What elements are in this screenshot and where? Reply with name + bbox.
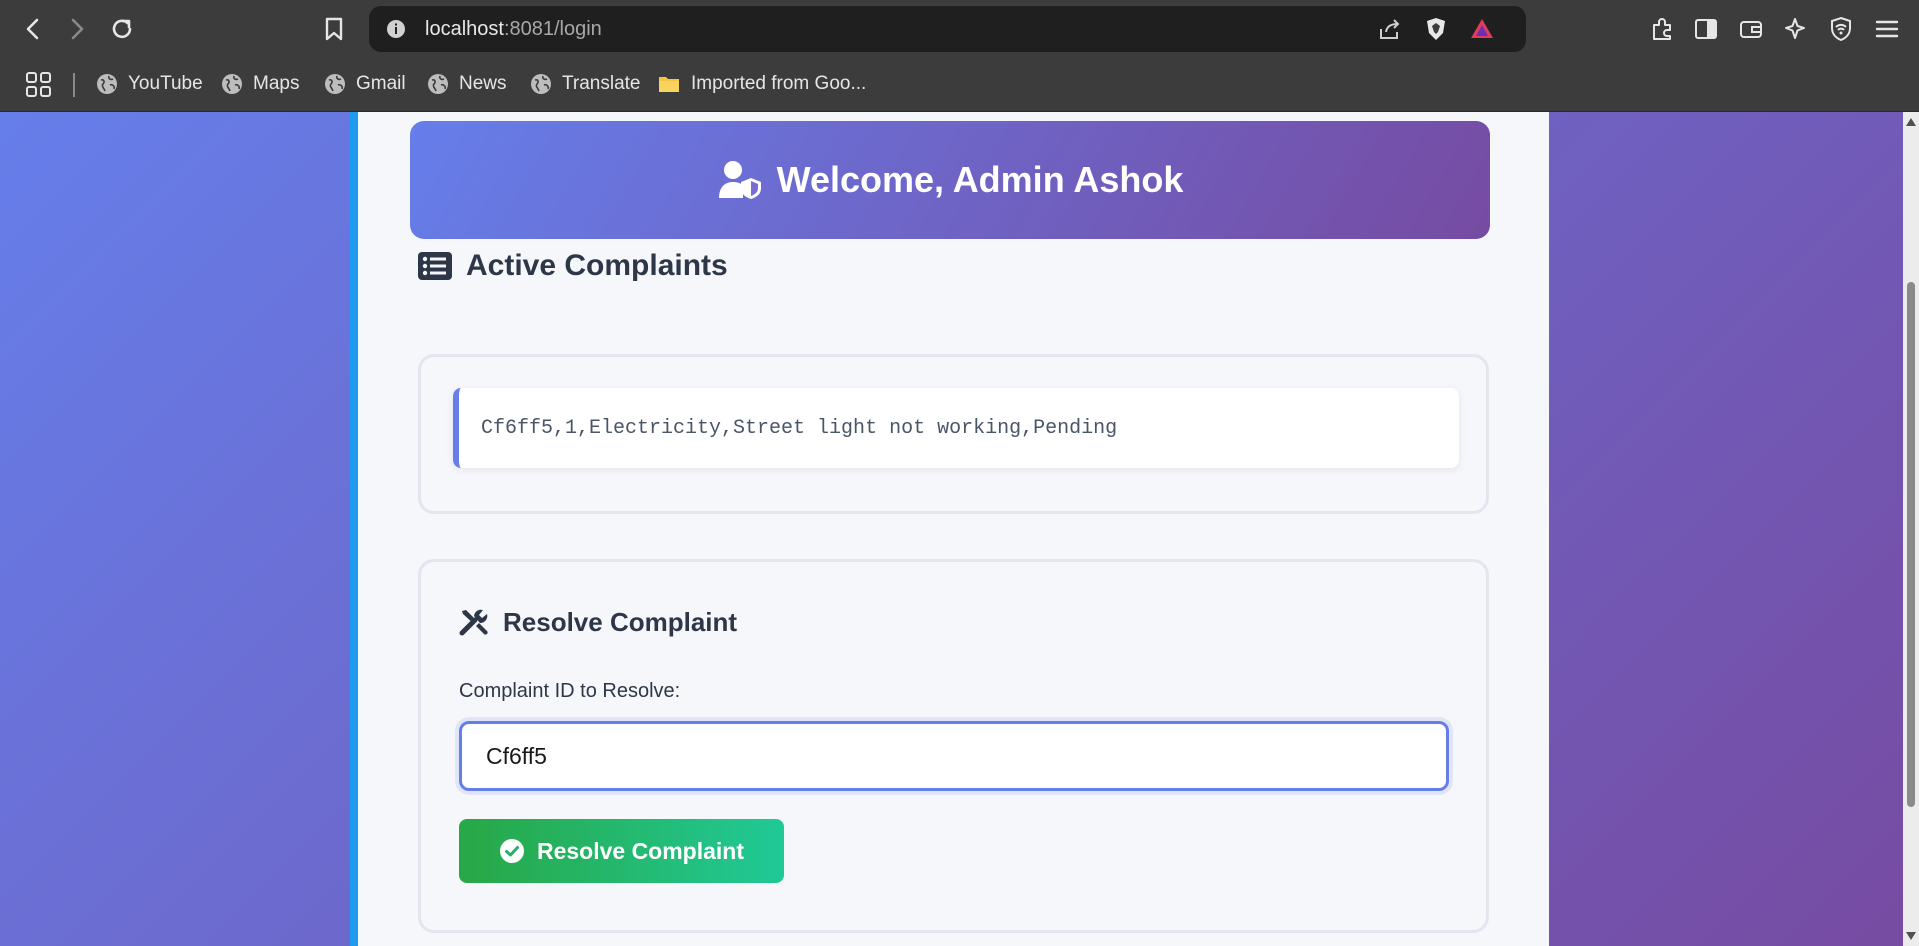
globe-icon [428,74,448,94]
brave-shields-icon[interactable] [1421,14,1451,44]
wallet-icon[interactable] [1734,12,1768,46]
welcome-title: Welcome, Admin Ashok [776,159,1184,200]
resolve-complaint-title: Resolve Complaint [503,606,738,637]
vpn-icon[interactable] [1824,12,1858,46]
address-bar[interactable]: localhost:8081/login [369,6,1526,52]
url-host: localhost [425,18,504,40]
active-complaints-heading: Active Complaints [418,240,728,292]
user-shield-icon [718,161,761,199]
bookmark-label: Imported from Goo... [691,73,867,94]
bookmark-gmail[interactable]: Gmail [324,70,406,98]
back-arrow-icon [26,18,39,40]
complaint-list-item: Cf6ff5,1,Electricity,Street light not wo… [453,388,1459,468]
page-viewport: Welcome, Admin Ashok Active Complaints C… [0,112,1903,946]
reload-button[interactable] [103,10,141,48]
sidebar-icon[interactable] [1689,12,1723,46]
bookmark-label: News [459,73,507,94]
bookmark-label: Gmail [356,73,406,94]
bookmarks-bar: YouTube Maps Gmail News Translate Import… [0,58,1919,112]
bookmark-icon [325,17,343,41]
globe-icon [531,74,551,94]
reload-icon [112,19,132,39]
leo-ai-icon[interactable] [1779,12,1813,46]
globe-icon [325,74,345,94]
resolve-complaint-button[interactable]: Resolve Complaint [459,819,784,883]
site-info-icon[interactable] [381,14,411,44]
url-text: localhost:8081/login [425,18,602,41]
bookmark-label: Maps [253,73,300,94]
tools-icon [459,609,488,636]
resolve-complaint-heading: Resolve Complaint [459,600,737,644]
list-icon [418,252,452,280]
bookmark-folder-imported[interactable]: Imported from Goo... [657,70,866,98]
bookmark-translate[interactable]: Translate [530,70,641,98]
scroll-down-arrow-icon[interactable] [1906,932,1916,940]
apps-grid-icon[interactable] [25,71,53,104]
folder-icon [659,77,679,92]
resolve-complaint-card: Resolve Complaint Complaint ID to Resolv… [418,559,1489,933]
complaint-id-input[interactable] [459,721,1449,791]
globe-icon [222,74,242,94]
complaint-record-text: Cf6ff5,1,Electricity,Street light not wo… [481,416,1118,440]
globe-icon [97,74,117,94]
check-circle-icon [499,839,524,863]
complaints-list-card: Cf6ff5,1,Electricity,Street light not wo… [418,354,1489,514]
complaint-id-label: Complaint ID to Resolve: [459,680,681,702]
bookmark-label: YouTube [128,73,203,94]
extensions-icon[interactable] [1645,12,1679,46]
welcome-banner: Welcome, Admin Ashok [410,121,1490,239]
back-button[interactable] [14,10,52,48]
bookmark-news[interactable]: News [427,70,507,98]
scroll-thumb[interactable] [1907,282,1915,807]
resolve-button-label: Resolve Complaint [536,837,745,864]
active-complaints-title: Active Complaints [466,249,728,282]
scroll-up-arrow-icon[interactable] [1906,118,1916,126]
brave-rewards-icon[interactable] [1467,14,1497,44]
page-scrollbar[interactable] [1903,112,1919,946]
url-path: :8081/login [503,18,602,40]
bookmarks-divider [73,73,75,97]
bookmark-youtube[interactable]: YouTube [96,70,203,98]
bookmark-label: Translate [562,73,641,94]
forward-arrow-icon [71,18,84,40]
browser-toolbar: localhost:8081/login [0,0,1919,58]
bookmark-page-button[interactable] [315,10,353,48]
share-icon[interactable] [1375,14,1405,44]
menu-icon[interactable] [1870,12,1904,46]
forward-button[interactable] [58,10,96,48]
bookmark-maps[interactable]: Maps [221,70,299,98]
